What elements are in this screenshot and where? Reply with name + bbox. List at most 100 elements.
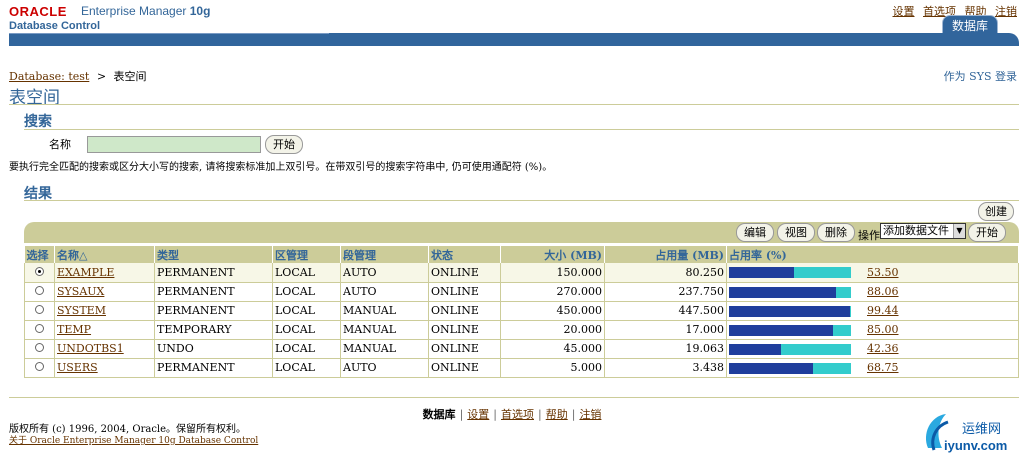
type-cell: PERMANENT (154, 282, 273, 302)
footer-separator: | (538, 408, 542, 421)
view-button[interactable]: 视图 (777, 223, 815, 242)
create-button[interactable]: 创建 (978, 202, 1014, 221)
about-link[interactable]: 关于 Oracle Enterprise Manager 10g Databas… (9, 433, 258, 446)
footer-help-link[interactable]: 帮助 (546, 408, 568, 421)
search-go-button[interactable]: 开始 (265, 135, 303, 154)
select-cell (24, 301, 55, 321)
usage-bar (729, 267, 851, 279)
used-pct-link[interactable]: 85.00 (867, 323, 899, 336)
segment-cell: AUTO (340, 358, 429, 378)
breadcrumb: Database: test > 表空间 (9, 68, 147, 84)
footer-preferences-link[interactable]: 首选项 (501, 408, 534, 421)
tablespace-name-link[interactable]: EXAMPLE (57, 266, 114, 279)
col-extent-mgmt[interactable]: 区管理 (272, 246, 341, 263)
oracle-logo: ORACLE (9, 4, 67, 19)
col-used-pct[interactable]: 占用率 (%) (726, 246, 1019, 263)
used-pct-link[interactable]: 88.06 (867, 285, 899, 298)
select-cell (24, 320, 55, 340)
used-pct-link[interactable]: 42.36 (867, 342, 899, 355)
tablespace-name-link[interactable]: UNDOTBS1 (57, 342, 124, 355)
used-pct-link[interactable]: 53.50 (867, 266, 899, 279)
type-cell: TEMPORARY (154, 320, 273, 340)
table-row: SYSAUX PERMANENT LOCAL AUTO ONLINE 270.000 237… (24, 282, 1019, 302)
size-cell: 20.000 (500, 320, 605, 340)
footer-separator: | (571, 408, 576, 421)
footer-database-link[interactable]: 数据库 (423, 408, 456, 421)
footer-logout-link[interactable]: 注销 (579, 408, 601, 421)
product-subtitle: Database Control (9, 20, 101, 32)
results-divider (24, 200, 1019, 201)
used-pct-cell: 85.00 (726, 320, 1019, 340)
size-cell: 270.000 (500, 282, 605, 302)
usage-bar (729, 324, 851, 336)
actions-label: 操作 (858, 229, 880, 242)
used-pct-cell: 53.50 (726, 263, 1019, 283)
row-select-radio[interactable] (35, 362, 44, 371)
search-hint: 要执行完全匹配的搜索或区分大小写的搜索, 请将搜索标准加上双引号。在带双引号的搜… (9, 162, 553, 173)
tablespace-name-link[interactable]: TEMP (57, 323, 91, 336)
table-row: EXAMPLE PERMANENT LOCAL AUTO ONLINE 150.000 80… (24, 263, 1019, 283)
extent-cell: LOCAL (272, 320, 341, 340)
row-select-radio[interactable] (35, 305, 44, 314)
extent-cell: LOCAL (272, 301, 341, 321)
name-cell: SYSTEM (54, 301, 155, 321)
breadcrumb-database-link[interactable]: Database: test (9, 70, 89, 83)
sort-asc-icon: △ (79, 248, 88, 262)
product-version: 10g (189, 4, 211, 18)
select-cell (24, 358, 55, 378)
setup-link[interactable]: 设置 (893, 5, 915, 18)
tab-database[interactable]: 数据库 (942, 15, 998, 35)
table-row: TEMP TEMPORARY LOCAL MANUAL ONLINE 20.000 17.0… (24, 320, 1019, 340)
col-type[interactable]: 类型 (154, 246, 273, 263)
tablespace-name-link[interactable]: SYSTEM (57, 304, 106, 317)
type-cell: PERMANENT (154, 358, 273, 378)
breadcrumb-separator: > (96, 70, 107, 83)
size-cell: 450.000 (500, 301, 605, 321)
edit-button[interactable]: 编辑 (736, 223, 774, 242)
name-cell: SYSAUX (54, 282, 155, 302)
status-cell: ONLINE (428, 320, 501, 340)
dropdown-arrow-icon[interactable]: ▼ (953, 224, 965, 238)
table-row: UNDOTBS1 UNDO LOCAL MANUAL ONLINE 45.000 19.06… (24, 339, 1019, 359)
status-cell: ONLINE (428, 263, 501, 283)
row-select-radio[interactable] (35, 286, 44, 295)
col-status[interactable]: 状态 (428, 246, 501, 263)
type-cell: PERMANENT (154, 301, 273, 321)
usage-bar-fill (729, 362, 813, 374)
tablespace-name-link[interactable]: SYSAUX (57, 285, 104, 298)
usage-bar-fill (729, 267, 795, 279)
col-name[interactable]: 名称△ (54, 246, 155, 263)
name-cell: EXAMPLE (54, 263, 155, 283)
select-cell (24, 282, 55, 302)
used-cell: 3.438 (604, 358, 727, 378)
used-pct-link[interactable]: 99.44 (867, 304, 899, 317)
used-pct-cell: 42.36 (726, 339, 1019, 359)
title-divider (9, 104, 1019, 105)
segment-cell: AUTO (340, 263, 429, 283)
used-cell: 19.063 (604, 339, 727, 359)
name-cell: UNDOTBS1 (54, 339, 155, 359)
name-cell: USERS (54, 358, 155, 378)
col-name-label: 名称 (57, 248, 79, 262)
type-cell: UNDO (154, 339, 273, 359)
name-search-input[interactable] (87, 136, 261, 153)
tablespace-name-link[interactable]: USERS (57, 361, 98, 374)
row-select-radio[interactable] (35, 324, 44, 333)
usage-bar-fill (729, 324, 833, 336)
row-select-radio[interactable] (35, 343, 44, 352)
size-cell: 5.000 (500, 358, 605, 378)
actions-select[interactable]: 添加数据文件 ▼ (880, 223, 966, 239)
used-pct-link[interactable]: 68.75 (867, 361, 899, 374)
size-cell: 45.000 (500, 339, 605, 359)
actions-go-button[interactable]: 开始 (968, 223, 1006, 242)
logout-link[interactable]: 注销 (995, 5, 1017, 18)
select-cell (24, 339, 55, 359)
usage-bar-fill (729, 286, 837, 298)
row-select-radio[interactable] (35, 266, 44, 276)
delete-button[interactable]: 删除 (817, 223, 855, 242)
col-size[interactable]: 大小 (MB) (500, 246, 605, 263)
col-used[interactable]: 占用量 (MB) (604, 246, 727, 263)
col-segment-mgmt[interactable]: 段管理 (340, 246, 429, 263)
used-cell: 80.250 (604, 263, 727, 283)
footer-setup-link[interactable]: 设置 (467, 408, 489, 421)
